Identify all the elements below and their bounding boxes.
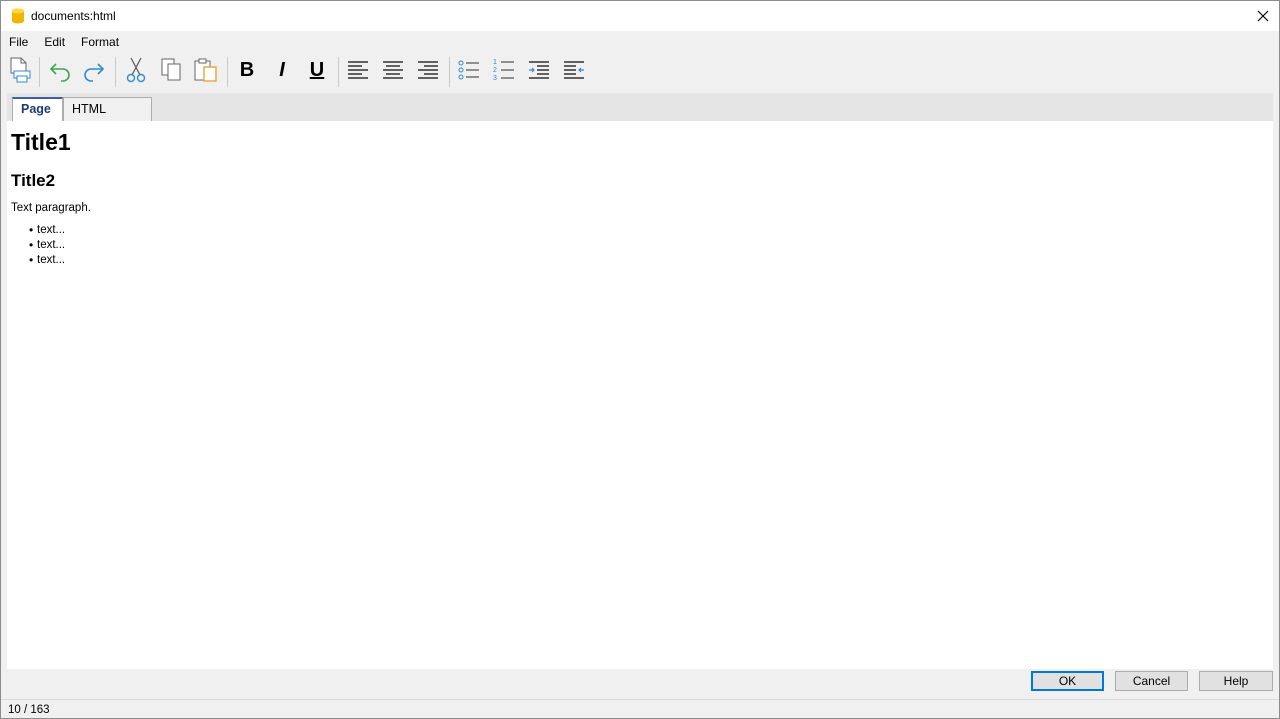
tab-page-1[interactable]: Page 1	[12, 97, 63, 137]
list-item: text...	[29, 223, 65, 238]
svg-text:1: 1	[493, 59, 497, 66]
toolbar-separator	[338, 57, 339, 87]
cursor-position: 10 / 163	[8, 704, 50, 716]
align-right-icon	[418, 61, 438, 79]
copy-button[interactable]	[156, 55, 186, 85]
list-item: text...	[29, 238, 65, 253]
cut-icon	[126, 57, 146, 83]
numbered-list-icon: 1 2 3	[493, 59, 514, 82]
editor-window: documents:html File Edit Format B I U 1 …	[0, 0, 1280, 719]
toolbar-separator	[227, 57, 228, 87]
align-left-icon	[348, 61, 368, 79]
indent-icon	[529, 61, 549, 79]
svg-text:2: 2	[493, 67, 497, 74]
copy-icon	[161, 58, 181, 81]
toolbar-separator	[39, 57, 40, 87]
print-icon	[10, 57, 31, 83]
window-title: documents:html	[31, 9, 116, 23]
align-right-button[interactable]	[413, 55, 443, 85]
italic-button[interactable]: I	[267, 55, 297, 85]
cancel-button[interactable]: Cancel	[1115, 671, 1188, 691]
text-paragraph: Text paragraph.	[11, 202, 91, 214]
undo-icon	[49, 63, 70, 82]
cut-button[interactable]	[121, 55, 151, 85]
title-bar: documents:html	[1, 1, 1279, 31]
indent-button[interactable]	[524, 55, 554, 85]
toolbar-separator	[115, 57, 116, 87]
align-left-button[interactable]	[343, 55, 373, 85]
underline-button[interactable]: U	[302, 55, 332, 85]
close-button[interactable]	[1247, 1, 1279, 31]
bold-icon: B	[239, 58, 255, 81]
redo-button[interactable]	[79, 55, 109, 85]
status-bar: 10 / 163	[1, 699, 1279, 718]
svg-text:3: 3	[493, 75, 497, 82]
bullet-list-button[interactable]	[454, 55, 484, 85]
undo-button[interactable]	[45, 55, 75, 85]
bullet-list: text... text... text...	[29, 223, 65, 268]
redo-icon	[84, 63, 105, 82]
bold-button[interactable]: B	[232, 55, 262, 85]
database-icon	[11, 8, 25, 24]
tab-strip: Page 1 HTML Source	[7, 93, 1273, 138]
bullet-list-icon	[458, 60, 479, 80]
underline-icon: U	[309, 58, 325, 81]
close-icon	[1257, 10, 1269, 22]
toolbar: B I U 1 2 3	[1, 53, 1279, 91]
outdent-icon	[564, 61, 584, 79]
help-button[interactable]: Help	[1199, 671, 1273, 691]
numbered-list-button[interactable]: 1 2 3	[489, 55, 519, 85]
list-item: text...	[29, 253, 65, 268]
menu-file[interactable]: File	[1, 33, 36, 53]
ok-button[interactable]: OK	[1031, 671, 1104, 691]
document-editor[interactable]: Title1 Title2 Text paragraph. text... te…	[7, 121, 1273, 669]
menu-format[interactable]: Format	[73, 33, 127, 53]
toolbar-separator	[449, 57, 450, 87]
tab-html-source[interactable]: HTML Source	[63, 97, 152, 138]
outdent-button[interactable]	[559, 55, 589, 85]
align-center-icon	[383, 61, 403, 79]
align-center-button[interactable]	[378, 55, 408, 85]
print-button[interactable]	[5, 55, 35, 85]
paste-button[interactable]	[191, 55, 221, 85]
heading-title2: Title2	[11, 171, 56, 190]
italic-icon: I	[279, 58, 285, 81]
heading-title1: Title1	[11, 129, 71, 155]
menu-edit[interactable]: Edit	[36, 33, 73, 53]
menu-bar: File Edit Format	[1, 33, 127, 53]
paste-icon	[194, 58, 217, 82]
